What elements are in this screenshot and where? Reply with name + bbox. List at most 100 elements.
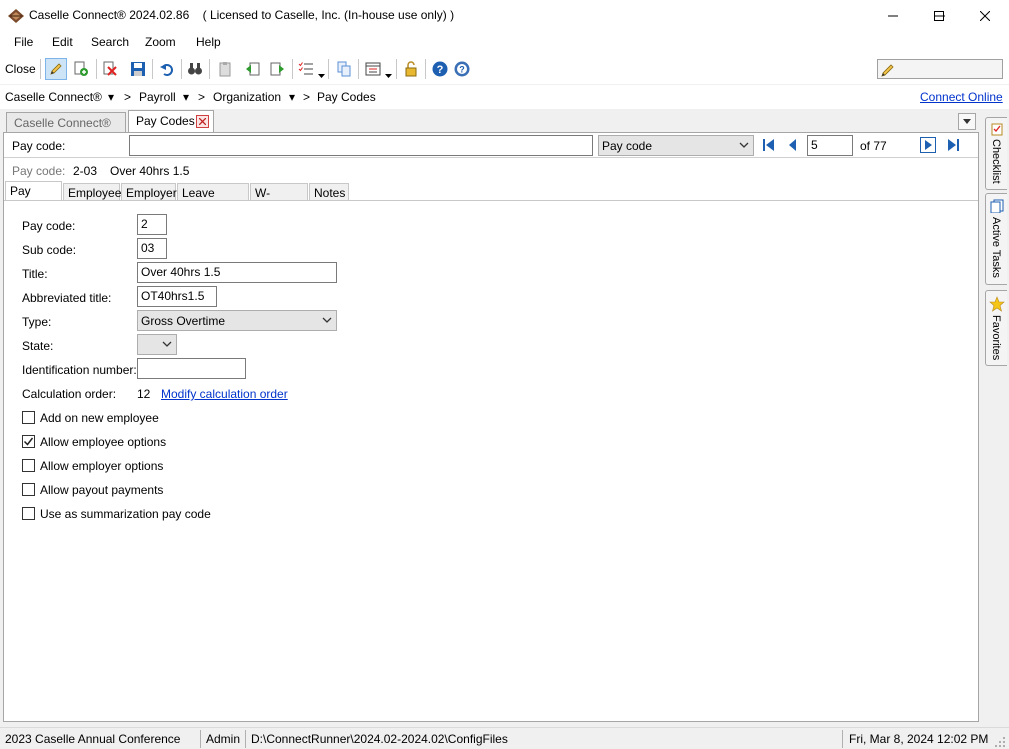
search-field-select[interactable]: Pay code xyxy=(598,135,754,156)
use-as-summarization-pay-code-checkbox[interactable] xyxy=(22,507,35,520)
caselle-logo-icon xyxy=(8,9,24,23)
title-bar: Caselle Connect® 2024.02.86 ( Licensed t… xyxy=(0,0,1009,32)
next-record-icon[interactable] xyxy=(920,137,936,153)
clipboard-icon[interactable] xyxy=(214,58,236,80)
checklist-icon xyxy=(991,123,1003,136)
list-options-icon[interactable] xyxy=(295,58,317,80)
info-code: 2-03 xyxy=(73,164,98,178)
modify-calculation-order-link[interactable]: Modify calculation order xyxy=(161,387,288,401)
main-panel: Pay code: Pay code 5 of 77 Pay code: 2-0… xyxy=(3,132,979,722)
pencil-icon xyxy=(881,64,894,77)
chevron-down-icon xyxy=(162,341,172,347)
minimize-button-2[interactable] xyxy=(870,0,916,32)
maximize-button[interactable] xyxy=(916,0,962,32)
record-number-input[interactable]: 5 xyxy=(807,135,853,156)
tab-notes[interactable]: Notes xyxy=(309,183,349,201)
info-title: Over 40hrs 1.5 xyxy=(110,164,190,178)
lock-icon[interactable] xyxy=(400,58,422,80)
find-binoculars-icon[interactable] xyxy=(184,58,206,80)
context-help-icon[interactable]: ? xyxy=(451,58,473,80)
list-options-dropdown-icon[interactable] xyxy=(318,67,325,81)
copy-icon[interactable] xyxy=(333,58,355,80)
edit-pencil-icon[interactable] xyxy=(45,58,67,80)
first-record-icon[interactable] xyxy=(762,138,776,155)
view-options-dropdown-icon[interactable] xyxy=(385,67,392,81)
allow-employee-options-checkbox[interactable] xyxy=(22,435,35,448)
record-total: of 77 xyxy=(860,139,887,153)
breadcrumb-separator-icon: > xyxy=(198,90,206,104)
add-record-icon[interactable] xyxy=(70,58,92,80)
tab-pay-code[interactable]: Pay Code xyxy=(5,181,62,212)
menu-bar: File Edit Search Zoom Help xyxy=(0,32,1009,54)
status-user: Admin xyxy=(206,732,241,746)
tab-employer[interactable]: Employer xyxy=(121,183,177,201)
pay-code-field[interactable]: 2 xyxy=(137,214,167,235)
allow-employer-options-label: Allow employer options xyxy=(40,459,164,473)
last-record-icon[interactable] xyxy=(946,138,960,155)
add-on-new-employee-label: Add on new employee xyxy=(40,411,159,425)
tab-employee[interactable]: Employee xyxy=(63,183,121,201)
sub-tab-bar: Pay Code Employee Employer Leave Rates W… xyxy=(4,181,978,214)
search-label: Pay code: xyxy=(12,139,66,153)
import-icon[interactable] xyxy=(242,58,264,80)
save-icon[interactable] xyxy=(127,58,149,80)
status-datetime: Fri, Mar 8, 2024 12:02 PM xyxy=(849,732,989,746)
tab-w2-1099[interactable]: W-2/1099 xyxy=(250,183,308,214)
allow-payout-payments-checkbox[interactable] xyxy=(22,483,35,496)
delete-icon[interactable] xyxy=(99,58,121,80)
allow-payout-payments-label: Allow payout payments xyxy=(40,483,164,497)
menu-zoom[interactable]: Zoom xyxy=(145,35,176,49)
tab-leave-rates[interactable]: Leave Rates xyxy=(177,183,249,214)
breadcrumb-dropdown-icon[interactable]: ▾ xyxy=(183,90,189,104)
type-value: Gross Overtime xyxy=(141,314,226,328)
breadcrumb: Caselle Connect® ▾ > Payroll ▾ > Organiz… xyxy=(0,85,1009,109)
chevron-down-icon xyxy=(739,142,749,148)
tab-list-dropdown-button[interactable] xyxy=(958,113,976,130)
calculation-order-label: Calculation order: xyxy=(22,387,117,401)
tab-label: Pay Codes xyxy=(136,114,195,128)
abbreviated-title-field[interactable]: OT40hrs1.5 xyxy=(137,286,217,307)
breadcrumb-item-payroll[interactable]: Payroll xyxy=(139,90,176,104)
menu-search[interactable]: Search xyxy=(91,35,129,49)
title-field[interactable]: Over 40hrs 1.5 xyxy=(137,262,337,283)
help-icon[interactable]: ? xyxy=(429,58,451,80)
calculation-order-value: 12 xyxy=(137,387,151,401)
undo-icon[interactable] xyxy=(156,58,178,80)
record-info-row: Pay code: 2-03 Over 40hrs 1.5 xyxy=(4,159,978,181)
close-window-button[interactable] xyxy=(962,0,1008,32)
quick-note-input[interactable] xyxy=(877,59,1003,79)
connect-online-link[interactable]: Connect Online xyxy=(920,90,1003,104)
breadcrumb-item-caselle-connect[interactable]: Caselle Connect® xyxy=(5,90,102,104)
previous-record-icon[interactable] xyxy=(788,138,798,155)
allow-employer-options-checkbox[interactable] xyxy=(22,459,35,472)
breadcrumb-dropdown-icon[interactable]: ▾ xyxy=(108,90,114,104)
pay-code-form: Pay code: 2 Sub code: 03 Title: Over 40h… xyxy=(4,200,978,721)
menu-help[interactable]: Help xyxy=(196,35,221,49)
identification-number-field[interactable] xyxy=(137,358,246,379)
pay-code-search-input[interactable] xyxy=(129,135,593,156)
menu-edit[interactable]: Edit xyxy=(52,35,73,49)
favorites-panel-tab[interactable]: Favorites xyxy=(985,290,1007,366)
type-select[interactable]: Gross Overtime xyxy=(137,310,337,331)
tab-caselle-connect[interactable]: Caselle Connect® xyxy=(6,112,126,133)
chevron-down-icon xyxy=(963,119,971,124)
type-label: Type: xyxy=(22,315,52,329)
pay-code-label: Pay code: xyxy=(22,219,76,233)
chevron-down-icon xyxy=(322,317,332,323)
close-button[interactable]: Close xyxy=(5,62,36,76)
close-tab-icon[interactable] xyxy=(196,115,209,128)
resize-grip-icon[interactable] xyxy=(994,736,1006,748)
checklist-panel-tab[interactable]: Checklist xyxy=(985,117,1007,190)
favorites-label: Favorites xyxy=(990,315,1002,361)
view-options-icon[interactable] xyxy=(362,58,384,80)
breadcrumb-item-pay-codes[interactable]: Pay Codes xyxy=(317,90,376,104)
menu-file[interactable]: File xyxy=(14,35,33,49)
add-on-new-employee-checkbox[interactable] xyxy=(22,411,35,424)
breadcrumb-dropdown-icon[interactable]: ▾ xyxy=(289,90,295,104)
active-tasks-panel-tab[interactable]: Active Tasks xyxy=(985,193,1007,285)
tab-pay-codes[interactable]: Pay Codes xyxy=(128,110,214,133)
breadcrumb-item-organization[interactable]: Organization xyxy=(213,90,281,104)
state-select[interactable] xyxy=(137,334,177,355)
sub-code-field[interactable]: 03 xyxy=(137,238,167,259)
export-icon[interactable] xyxy=(266,58,288,80)
